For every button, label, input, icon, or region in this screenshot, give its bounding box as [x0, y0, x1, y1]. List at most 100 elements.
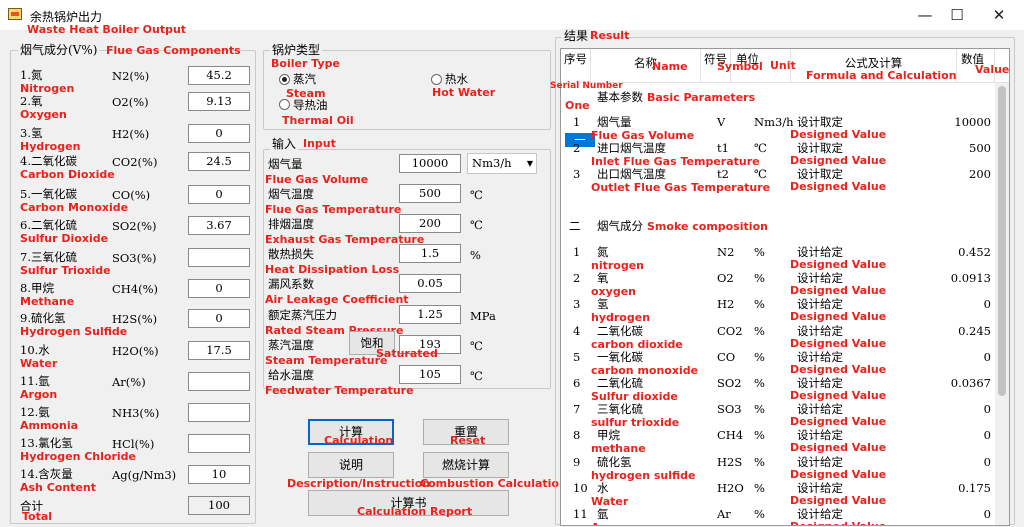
gas-value-input[interactable]: 0	[188, 185, 250, 204]
hot-water-radio[interactable]	[431, 74, 442, 85]
result-formula-annotation: Designed Value	[790, 258, 887, 271]
scrollbar-thumb[interactable]	[998, 86, 1006, 396]
result-formula-annotation: Designed Value	[790, 180, 887, 193]
result-seq: 9	[573, 455, 581, 469]
gas-value-input[interactable]	[188, 248, 250, 267]
gas-formula: NH3(%)	[112, 406, 160, 420]
gas-value-input[interactable]: 17.5	[188, 341, 250, 360]
input-value-field[interactable]: 105	[399, 365, 461, 384]
gas-value-input[interactable]: 9.13	[188, 92, 250, 111]
close-icon[interactable]: ✕	[986, 4, 1012, 26]
seq-annotation: Serial Number	[550, 81, 623, 91]
result-value: 0	[983, 297, 991, 311]
description-button[interactable]: 说明	[308, 452, 394, 478]
total-annotation: Total	[22, 510, 53, 523]
gas-annotation: Nitrogen	[20, 82, 75, 95]
thermal-oil-label: 导热油	[293, 98, 328, 112]
boiler-type-annotation: Boiler Type	[271, 57, 340, 70]
result-value: 0	[983, 455, 991, 469]
gas-value-input[interactable]: 10	[188, 465, 250, 484]
result-name-annotation: hydrogen sulfide	[591, 469, 696, 482]
input-annotation: Input	[303, 137, 336, 150]
input-unit: ℃	[470, 188, 483, 202]
result-symbol: CH4	[717, 428, 744, 442]
result-symbol: V	[717, 115, 726, 129]
reset-annotation: Reset	[450, 434, 486, 447]
gas-value-input[interactable]: 0	[188, 279, 250, 298]
result-value: 0	[983, 507, 991, 521]
result-unit: %	[754, 402, 765, 416]
steam-radio[interactable]	[279, 74, 290, 85]
result-formula: 设计给定	[797, 245, 843, 259]
result-name: 进口烟气温度	[597, 141, 666, 155]
input-annotation: Flue Gas Temperature	[265, 203, 402, 216]
result-name-annotation: hydrogen	[591, 311, 651, 324]
result-formula: 设计给定	[797, 376, 843, 390]
result-name: 二氧化碳	[597, 324, 643, 338]
input-value-field[interactable]: 200	[399, 214, 461, 233]
value-annotation: Value	[975, 63, 1010, 76]
result-symbol: H2S	[717, 455, 743, 469]
description-annotation: Description/Instruction	[287, 477, 431, 490]
result-unit: %	[754, 455, 765, 469]
result-symbol: H2O	[717, 481, 744, 495]
input-label: 蒸汽温度	[268, 338, 314, 352]
result-formula-annotation: Designed Value	[790, 494, 887, 507]
result-unit: %	[754, 376, 765, 390]
gas-value-input[interactable]: 0	[188, 309, 250, 328]
gas-label: 3.氢	[20, 126, 43, 140]
gas-label: 2.氧	[20, 94, 43, 108]
result-formula: 设计给定	[797, 324, 843, 338]
result-formula: 设计取定	[797, 141, 843, 155]
gas-value-input[interactable]: 0	[188, 124, 250, 143]
result-formula: 设计给定	[797, 350, 843, 364]
gas-formula: N2(%)	[112, 69, 150, 83]
thermal-oil-radio[interactable]	[279, 99, 290, 110]
gas-annotation: Water	[20, 357, 58, 370]
gas-annotation: Sulfur Trioxide	[20, 264, 111, 277]
minimize-icon[interactable]: —	[912, 4, 938, 26]
input-value-field[interactable]: 0.05	[399, 274, 461, 293]
input-label: 散热损失	[268, 247, 314, 261]
gas-label: 12.氨	[20, 405, 50, 419]
chevron-down-icon: ▼	[526, 159, 533, 168]
input-value-field[interactable]: 500	[399, 184, 461, 203]
result-seq: 1	[573, 115, 581, 129]
gas-label: 14.含灰量	[20, 467, 73, 481]
gas-value-input[interactable]	[188, 403, 250, 422]
gas-value-input[interactable]: 3.67	[188, 216, 250, 235]
input-value-field[interactable]: 1.25	[399, 305, 461, 324]
result-symbol: H2	[717, 297, 735, 311]
gas-value-input[interactable]: 45.2	[188, 66, 250, 85]
total-field: 100	[188, 496, 250, 515]
result-name: 水	[597, 481, 609, 495]
header-seq[interactable]: 序号	[561, 49, 591, 83]
gas-value-input[interactable]	[188, 434, 250, 453]
combustion-button[interactable]: 燃烧计算	[423, 452, 509, 478]
result-symbol: CO	[717, 350, 736, 364]
section-gas-annotation: Smoke composition	[647, 220, 768, 233]
gas-value-input[interactable]: 24.5	[188, 152, 250, 171]
result-name-annotation: carbon dioxide	[591, 338, 683, 351]
result-value: 0	[983, 428, 991, 442]
input-value-field[interactable]: 1.5	[399, 244, 461, 263]
result-value: 0.245	[958, 324, 991, 338]
gas-annotation: Hydrogen	[20, 140, 81, 153]
gas-label: 5.一氧化碳	[20, 187, 77, 201]
gas-annotation: Ammonia	[20, 419, 79, 432]
gas-group-title: 烟气成分(V%)	[18, 43, 100, 57]
result-value: 0.452	[958, 245, 991, 259]
gas-value-input[interactable]	[188, 372, 250, 391]
input-value-field[interactable]: 10000	[399, 154, 461, 173]
volume-unit-value: Nm3/h	[472, 156, 512, 170]
result-scrollbar[interactable]	[995, 83, 1009, 525]
volume-unit-select[interactable]: Nm3/h ▼	[467, 153, 537, 174]
gas-formula: CO(%)	[112, 188, 151, 202]
result-list[interactable]: 序号 名称 符号 单位 公式及计算 数值 一 基本参数 Basic Parame…	[560, 48, 1010, 526]
gas-annotation: Oxygen	[20, 108, 67, 121]
gas-label: 4.二氧化碳	[20, 154, 77, 168]
maximize-icon[interactable]: ☐	[944, 4, 970, 26]
input-annotation: Heat Dissipation Loss	[265, 263, 400, 276]
input-label: 烟气温度	[268, 187, 314, 201]
result-value: 0.0913	[950, 271, 991, 285]
